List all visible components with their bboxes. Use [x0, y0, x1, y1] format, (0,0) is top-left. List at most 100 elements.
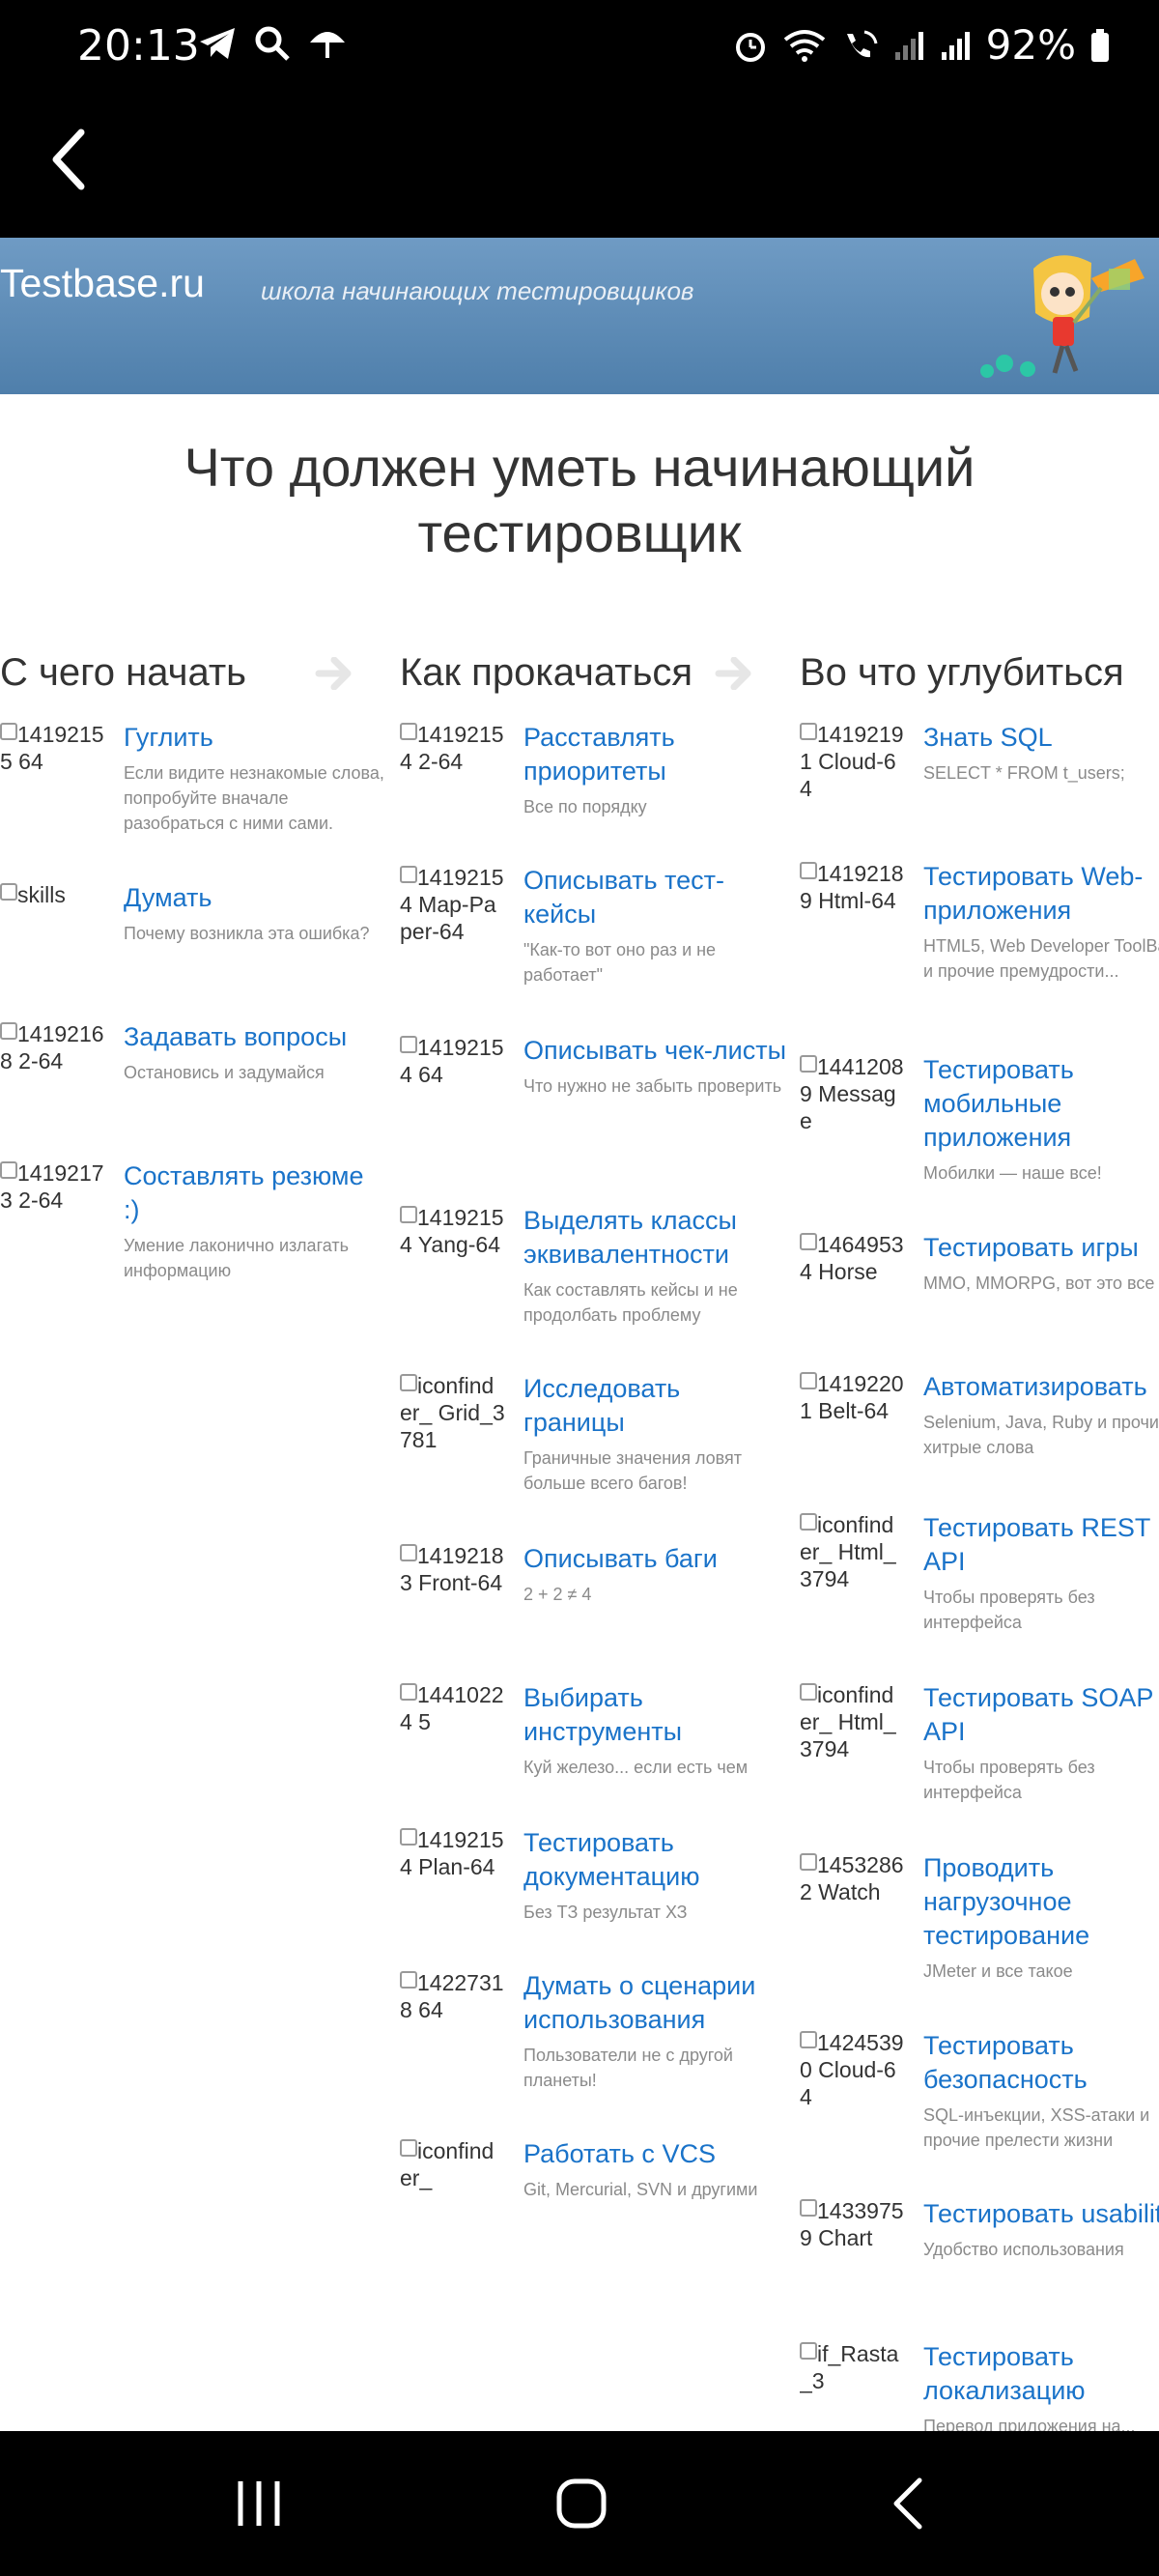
home-button[interactable]	[543, 2470, 620, 2537]
item-description: Перевод приложения на...	[923, 2417, 1136, 2431]
item-title[interactable]: Тестировать REST API	[923, 1513, 1150, 1576]
item-link[interactable]: Описывать тест-кейсы "Как-то вот оно раз …	[523, 864, 786, 987]
item-title[interactable]: Выделять классы эквивалентности	[523, 1206, 737, 1269]
item-title[interactable]: Тестировать SOAP API	[923, 1683, 1153, 1746]
broken-image-icon: 14192154 Plan-64	[400, 1826, 506, 1923]
page-title-line2: тестировщик	[417, 502, 742, 563]
item-link[interactable]: Тестировать локализацию Перевод приложени…	[923, 2340, 1159, 2431]
broken-image-icon: skills	[0, 881, 106, 978]
item-title[interactable]: Описывать чек-листы	[523, 1036, 786, 1065]
recent-apps-button[interactable]	[220, 2470, 297, 2537]
item-link[interactable]: Гуглить Если видите незнакомые слова, поп…	[124, 721, 386, 836]
column-heading-text: С чего начать	[0, 650, 246, 694]
item-link[interactable]: Тестировать usability Удобство использова…	[923, 2197, 1159, 2262]
item-title[interactable]: Тестировать документацию	[523, 1828, 699, 1891]
broken-image-icon: 14192155 64	[0, 721, 106, 817]
item-link[interactable]: Думать о сценарии использования Пользоват…	[523, 1969, 786, 2093]
item-link[interactable]: Тестировать REST API Чтобы проверять без …	[923, 1511, 1159, 1635]
site-title[interactable]: Testbase.ru	[0, 261, 205, 306]
site-tagline: школа начинающих тестировщиков	[261, 276, 694, 305]
item-title[interactable]: Выбирать инструменты	[523, 1683, 682, 1746]
item-description: Пользователи не с другой планеты!	[523, 2046, 733, 2090]
item-link[interactable]: Работать с VCS Git, Mercurial, SVN и друг…	[523, 2137, 786, 2202]
broken-image-icon: 14192183 Front-64	[400, 1542, 506, 1639]
item-title[interactable]: Исследовать границы	[523, 1374, 680, 1437]
broken-image-icon: 14339759 Chart	[800, 2197, 906, 2294]
item-link[interactable]: Тестировать документацию Без ТЗ результат…	[523, 1826, 786, 1925]
column-heading-text: Как прокачаться	[400, 650, 693, 694]
item-description: Если видите незнакомые слова, попробуйте…	[124, 763, 384, 833]
column-start: С чего начать 14192155 64 Гуглить Если ви…	[0, 644, 386, 1280]
broken-image-icon: 14649534 Horse	[800, 1231, 906, 1328]
item-link[interactable]: Думать Почему возникла эта ошибка?	[124, 881, 386, 946]
item-title[interactable]: Расставлять приоритеты	[523, 723, 675, 786]
broken-image-icon: 14192189 Html-64	[800, 860, 906, 957]
item-title[interactable]: Описывать тест-кейсы	[523, 866, 724, 929]
item-link[interactable]: Проводить нагрузочное тестирование JMeter…	[923, 1851, 1159, 1984]
image-alt-text: skills	[17, 882, 66, 907]
item-link[interactable]: Расставлять приоритеты Все по порядку	[523, 721, 786, 819]
item-title[interactable]: Тестировать локализацию	[923, 2342, 1086, 2405]
item-title[interactable]: Тестировать безопасность	[923, 2031, 1088, 2094]
item-description: Почему возникла эта ошибка?	[124, 924, 370, 943]
nav-back-button[interactable]	[869, 2470, 947, 2537]
item-link[interactable]: Задавать вопросы Остановись и задумайся	[124, 1020, 386, 1085]
item-link[interactable]: Тестировать SOAP API Чтобы проверять без …	[923, 1681, 1159, 1805]
item-title[interactable]: Знать SQL	[923, 723, 1053, 752]
item-link[interactable]: Тестировать безопасность SQL-инъекции, XS…	[923, 2029, 1159, 2153]
item-link[interactable]: Тестировать игры MMO, MMORPG, вот это все	[923, 1231, 1159, 1296]
item-title[interactable]: Описывать баги	[523, 1544, 718, 1573]
item-title[interactable]: Составлять резюме :)	[124, 1161, 363, 1224]
item-link[interactable]: Составлять резюме :) Умение лаконично изл…	[124, 1159, 386, 1283]
item-link[interactable]: Выделять классы эквивалентности Как соста…	[523, 1204, 786, 1328]
page-title: Что должен уметь начинающий тестировщик	[0, 435, 1159, 566]
item-link[interactable]: Описывать чек-листы Что нужно не забыть п…	[523, 1034, 786, 1099]
search-icon	[255, 26, 290, 61]
recent-apps-icon	[238, 2481, 280, 2526]
app-bar	[0, 97, 1159, 238]
battery-icon	[1091, 28, 1109, 62]
broken-image-icon: iconfinder_	[400, 2137, 506, 2234]
item-title[interactable]: Гуглить	[124, 723, 213, 752]
item-link[interactable]: Выбирать инструменты Куй железо... если е…	[523, 1681, 786, 1780]
item-description: Остановись и задумайся	[124, 1063, 325, 1082]
broken-image-icon: 14245390 Cloud-64	[800, 2029, 906, 2126]
item-title[interactable]: Думать о сценарии использования	[523, 1971, 755, 2034]
item-title[interactable]: Задавать вопросы	[124, 1022, 347, 1051]
item-description: "Как-то вот оно раз и не работает"	[523, 940, 717, 985]
broken-image-icon: 14192191 Cloud-64	[800, 721, 906, 817]
back-button[interactable]	[37, 116, 99, 203]
item-link[interactable]: Знать SQL SELECT * FROM t_users;	[923, 721, 1159, 786]
system-nav-bar	[0, 2431, 1159, 2576]
broken-image-icon: 14192154 Map-Paper-64	[400, 864, 506, 960]
column-heading: Во что углубиться	[800, 644, 1159, 701]
item-link[interactable]: Исследовать границы Граничные значения ло…	[523, 1372, 786, 1496]
item-link[interactable]: Описывать баги 2 + 2 ≠ 4	[523, 1542, 786, 1607]
item-title[interactable]: Думать	[124, 883, 212, 912]
item-description: Все по порядку	[523, 797, 647, 816]
item-description: MMO, MMORPG, вот это все	[923, 1274, 1155, 1293]
column-level-up: Как прокачаться 14192154 2-64 Расставлят…	[400, 644, 786, 2199]
item-link[interactable]: Тестировать Web-приложения HTML5, Web Dev…	[923, 860, 1159, 984]
back-icon	[893, 2477, 922, 2530]
item-title[interactable]: Автоматизировать	[923, 1372, 1147, 1401]
item-link[interactable]: Автоматизировать Selenium, Java, Ruby и п…	[923, 1370, 1159, 1460]
web-content: Testbase.ru школа начинающих тестировщик…	[0, 238, 1159, 2431]
broken-image-icon: 14532862 Watch	[800, 1851, 906, 1948]
item-title[interactable]: Тестировать Web-приложения	[923, 862, 1143, 925]
item-title[interactable]: Проводить нагрузочное тестирование	[923, 1853, 1089, 1950]
item-title[interactable]: Работать с VCS	[523, 2139, 716, 2168]
signal-icon	[894, 31, 923, 60]
column-heading: Как прокачаться	[400, 644, 786, 701]
item-link[interactable]: Тестировать мобильные приложения Мобилки …	[923, 1053, 1159, 1186]
status-right-icons: 92%	[733, 21, 1111, 69]
item-description: HTML5, Web Developer ToolBar и прочие пр…	[923, 936, 1159, 981]
item-description: SQL-инъекции, XSS-атаки и прочие прелест…	[923, 2105, 1150, 2150]
column-deep-dive: Во что углубиться 14192191 Cloud-64 Знат…	[800, 644, 1159, 2431]
broken-image-icon: 14192154 2-64	[400, 721, 506, 817]
item-title[interactable]: Тестировать игры	[923, 1233, 1139, 1262]
item-title[interactable]: Тестировать usability	[923, 2199, 1159, 2228]
item-description: Как составлять кейсы и не продолбать про…	[523, 1280, 738, 1325]
item-title[interactable]: Тестировать мобильные приложения	[923, 1055, 1074, 1152]
column-heading-text: Во что углубиться	[800, 650, 1124, 694]
